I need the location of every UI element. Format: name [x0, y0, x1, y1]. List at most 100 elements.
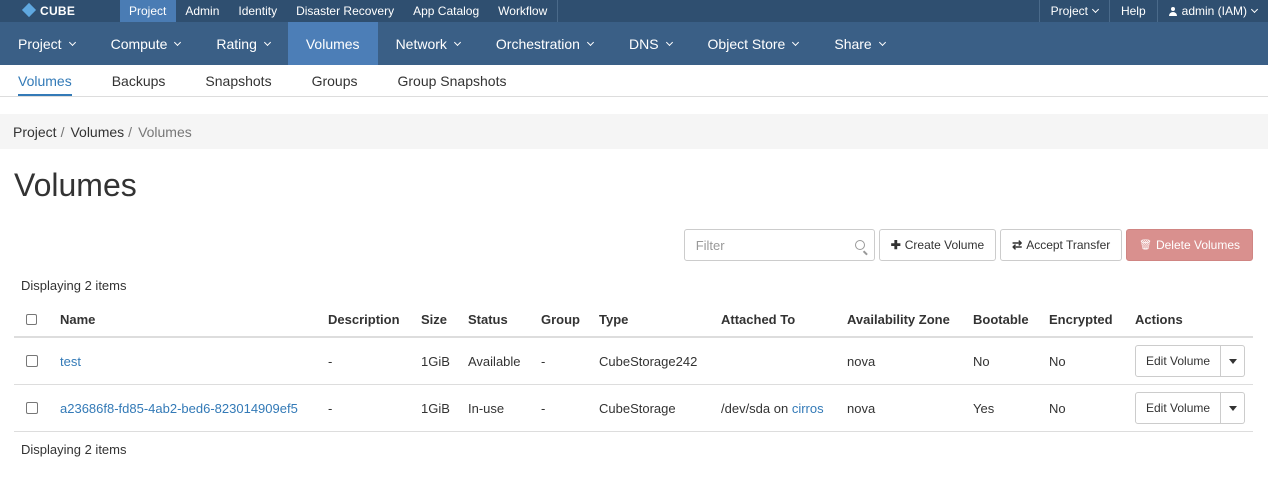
- select-all-cell: [26, 302, 37, 336]
- topnav-identity[interactable]: Identity: [229, 0, 287, 22]
- edit-volume-button[interactable]: Edit Volume: [1135, 345, 1222, 377]
- chevron-down-icon: [665, 38, 673, 46]
- help-link[interactable]: Help: [1108, 0, 1157, 22]
- create-volume-button[interactable]: ✚ Create Volume: [878, 229, 997, 261]
- user-menu[interactable]: admin (IAM): [1156, 0, 1268, 22]
- mainnav-label: Rating: [216, 35, 257, 52]
- accept-transfer-button[interactable]: ⇄ Accept Transfer: [1000, 229, 1123, 261]
- column-header-availability-zone[interactable]: Availability Zone: [847, 302, 950, 336]
- group-cell: -: [541, 400, 546, 416]
- encrypted-cell: No: [1049, 400, 1066, 416]
- breadcrumb-project[interactable]: Project: [13, 124, 57, 140]
- mainnav-object-store[interactable]: Object Store: [690, 22, 817, 65]
- mainnav-project[interactable]: Project: [0, 22, 93, 65]
- topnav-app-catalog[interactable]: App Catalog: [404, 0, 489, 22]
- zone-cell: nova: [847, 353, 876, 369]
- mainnav-rating[interactable]: Rating: [198, 22, 287, 65]
- chevron-down-icon: [1250, 5, 1259, 14]
- status-cell: Available: [468, 353, 521, 369]
- column-header-attached-to[interactable]: Attached To: [721, 302, 795, 336]
- tab-group-snapshots[interactable]: Group Snapshots: [398, 65, 507, 96]
- column-header-encrypted[interactable]: Encrypted: [1049, 302, 1113, 336]
- zone-cell: nova: [847, 400, 876, 416]
- item-count-bottom: Displaying 2 items: [21, 442, 127, 457]
- tab-groups[interactable]: Groups: [312, 65, 358, 96]
- mainnav-orchestration[interactable]: Orchestration: [478, 22, 611, 65]
- column-header-description[interactable]: Description: [328, 302, 400, 336]
- chevron-down-icon: [453, 38, 461, 46]
- column-header-bootable[interactable]: Bootable: [973, 302, 1029, 336]
- project-menu-label: Project: [1050, 4, 1088, 18]
- volume-name-link[interactable]: a23686f8-fd85-4ab2-bed6-823014909ef5: [60, 401, 298, 416]
- topnav-workflow[interactable]: Workflow: [489, 0, 557, 22]
- size-cell: 1GiB: [421, 353, 450, 369]
- filter-box: [683, 229, 875, 261]
- delete-volumes-button[interactable]: 🗑 Delete Volumes: [1126, 229, 1253, 261]
- actions-dropdown-toggle[interactable]: [1221, 392, 1246, 424]
- mainnav-label: Volumes: [305, 35, 360, 52]
- volume-name-cell: a23686f8-fd85-4ab2-bed6-823014909ef5: [60, 385, 298, 431]
- topnav-project[interactable]: Project: [120, 0, 177, 22]
- mainnav-share[interactable]: Share: [816, 22, 902, 65]
- sub-tabs: Volumes Backups Snapshots Groups Group S…: [0, 65, 1268, 97]
- tab-snapshots[interactable]: Snapshots: [205, 65, 271, 96]
- breadcrumb-volumes[interactable]: Volumes: [70, 124, 124, 140]
- mainnav-volumes[interactable]: Volumes: [287, 22, 378, 65]
- top-nav: Project Admin Identity Disaster Recovery…: [120, 0, 559, 22]
- mainnav-network[interactable]: Network: [378, 22, 478, 65]
- type-cell: CubeStorage242: [599, 353, 698, 369]
- select-all-checkbox[interactable]: [26, 313, 37, 325]
- tab-backups[interactable]: Backups: [112, 65, 166, 96]
- size-cell: 1GiB: [421, 400, 450, 416]
- mainnav-label: Orchestration: [495, 35, 580, 52]
- column-header-size[interactable]: Size: [421, 302, 447, 336]
- chevron-down-icon: [174, 38, 182, 46]
- column-header-type[interactable]: Type: [599, 302, 628, 336]
- row-select-cell: [26, 385, 38, 431]
- bootable-cell: No: [973, 353, 990, 369]
- breadcrumb-current: Volumes: [138, 123, 192, 140]
- type-cell: CubeStorage: [599, 400, 676, 416]
- mainnav-label: Object Store: [707, 35, 786, 52]
- mainnav-label: Project: [18, 35, 62, 52]
- edit-volume-button[interactable]: Edit Volume: [1135, 392, 1222, 424]
- volume-name-link[interactable]: test: [60, 354, 81, 369]
- filter-input[interactable]: [684, 230, 874, 260]
- table-row: test - 1GiB Available - CubeStorage242 n…: [14, 338, 1253, 385]
- row-checkbox[interactable]: [26, 355, 38, 367]
- table-toolbar: ✚ Create Volume ⇄ Accept Transfer 🗑 Dele…: [683, 229, 1253, 261]
- cube-logo-icon: [22, 4, 36, 18]
- row-checkbox[interactable]: [26, 402, 38, 414]
- breadcrumb-separator: /: [60, 123, 65, 140]
- breadcrumb: Project / Volumes / Volumes: [0, 114, 1268, 149]
- mainnav-label: DNS: [628, 35, 659, 52]
- volumes-table: Name Description Size Status Group Type …: [14, 302, 1253, 432]
- volume-name-cell: test: [60, 338, 81, 384]
- mainnav-compute[interactable]: Compute: [93, 22, 199, 65]
- column-header-status[interactable]: Status: [468, 302, 508, 336]
- accept-transfer-label: Accept Transfer: [1026, 238, 1111, 252]
- breadcrumb-separator: /: [128, 123, 133, 140]
- column-header-name[interactable]: Name: [60, 302, 95, 336]
- chevron-down-icon: [792, 38, 800, 46]
- delete-volumes-label: Delete Volumes: [1155, 238, 1240, 252]
- create-volume-label: Create Volume: [904, 238, 985, 252]
- search-icon[interactable]: [854, 240, 865, 250]
- mainnav-label: Network: [395, 35, 447, 52]
- mainnav-dns[interactable]: DNS: [611, 22, 690, 65]
- tab-volumes[interactable]: Volumes: [18, 65, 72, 96]
- brand-logo[interactable]: CUBE: [0, 0, 120, 22]
- attached-instance-link[interactable]: cirros: [792, 401, 824, 416]
- column-header-actions: Actions: [1135, 311, 1183, 327]
- topnav-disaster-recovery[interactable]: Disaster Recovery: [287, 0, 404, 22]
- row-actions: Edit Volume: [1135, 345, 1246, 377]
- mainnav-label: Compute: [110, 35, 168, 52]
- chevron-down-icon: [68, 38, 76, 46]
- project-menu[interactable]: Project: [1038, 0, 1109, 22]
- topnav-admin[interactable]: Admin: [176, 0, 229, 22]
- actions-dropdown-toggle[interactable]: [1221, 345, 1246, 377]
- column-header-group[interactable]: Group: [541, 302, 580, 336]
- status-cell: In-use: [468, 400, 505, 416]
- attached-to-cell: /dev/sda on cirros: [721, 385, 824, 431]
- actions-cell: Edit Volume: [1135, 338, 1246, 384]
